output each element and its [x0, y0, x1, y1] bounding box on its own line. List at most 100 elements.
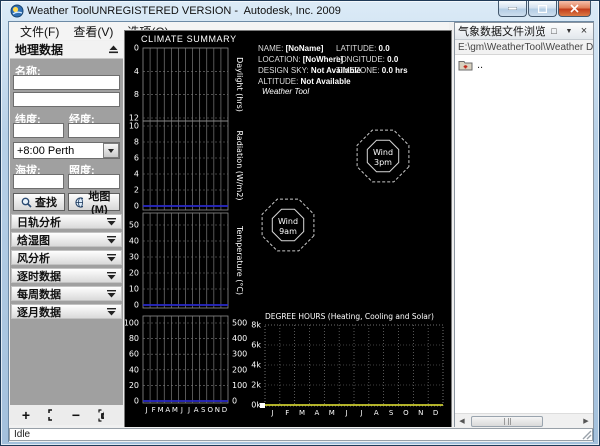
maximize-button[interactable]	[528, 1, 557, 17]
panel-sun-path[interactable]: 日轨分析	[11, 214, 122, 229]
zoom-extents-button[interactable]	[42, 407, 60, 423]
plus-icon: +	[22, 410, 30, 420]
svg-text:O: O	[403, 409, 409, 417]
panel-close-icon[interactable]: ×	[578, 25, 590, 37]
status-bar: Idle	[9, 427, 593, 442]
panel-weekly-data[interactable]: 每周数据	[11, 286, 122, 301]
panel-menu-icon[interactable]: ▼	[563, 28, 575, 35]
svg-text:4: 4	[134, 67, 139, 76]
svg-text:J: J	[359, 409, 362, 417]
svg-text:O: O	[208, 406, 214, 414]
illuminance-input[interactable]	[68, 174, 120, 189]
brand-text: Weather Tool	[262, 87, 309, 96]
expand-icon	[107, 235, 116, 244]
menu-item-file[interactable]: 文件(F)	[13, 22, 66, 41]
location-field-label: LOCATION:	[258, 55, 301, 64]
svg-text:0: 0	[134, 301, 139, 310]
name-input-2[interactable]	[13, 92, 120, 107]
sidebar: 地理数据 名称: 纬度: 经度: +8:00 Perth 海拔: 照度:	[10, 41, 123, 425]
path-field[interactable]: E:\gm\WeatherTool\Weather Data	[455, 40, 593, 55]
float-window-icon[interactable]: □	[548, 26, 560, 36]
svg-text:J: J	[270, 409, 273, 417]
find-button[interactable]: 查找	[13, 193, 65, 211]
timezone-info-label: TIMEZONE:	[336, 66, 380, 75]
timezone-select[interactable]: +8:00 Perth	[13, 142, 120, 159]
latitude-input[interactable]	[13, 123, 64, 138]
minimize-button[interactable]	[498, 1, 527, 17]
zoom-in-button[interactable]: +	[17, 407, 35, 423]
svg-text:S: S	[389, 409, 394, 417]
name-input-1[interactable]	[13, 75, 120, 90]
design-sky-label: DESIGN SKY:	[258, 66, 309, 75]
scroll-right-icon[interactable]: ▶	[579, 415, 593, 428]
svg-text:500: 500	[232, 319, 247, 328]
svg-text:A: A	[165, 406, 170, 414]
panel-hourly-data-label: 逐时数据	[17, 268, 61, 284]
svg-text:2k: 2k	[251, 381, 261, 390]
svg-text:300: 300	[232, 350, 247, 359]
longitude-info-label: LONGITUDE:	[336, 55, 385, 64]
svg-text:10: 10	[129, 285, 139, 294]
list-item-parent-dir[interactable]: ..	[458, 59, 590, 71]
panel-wind-analysis[interactable]: 风分析	[11, 250, 122, 265]
svg-text:Temperature (°C): Temperature (°C)	[235, 225, 244, 295]
svg-text:F: F	[285, 409, 289, 417]
name-field-label: NAME:	[258, 44, 283, 53]
expand-icon	[107, 253, 116, 262]
svg-text:400: 400	[232, 334, 247, 343]
menu-item-view[interactable]: 查看(V)	[66, 22, 120, 41]
maximize-icon	[538, 5, 547, 13]
panel-wind-analysis-label: 风分析	[17, 250, 50, 266]
globe-icon	[75, 197, 83, 208]
close-button[interactable]	[558, 1, 591, 17]
svg-text:S: S	[201, 406, 206, 414]
svg-text:0: 0	[134, 44, 139, 53]
panel-psychrometric-label: 焓湿图	[17, 232, 50, 248]
svg-text:3pm: 3pm	[374, 158, 392, 167]
minimize-icon	[508, 7, 517, 10]
panel-psychrometric[interactable]: 焓湿图	[11, 232, 122, 247]
svg-text:N: N	[418, 409, 423, 417]
find-button-label: 查找	[35, 194, 57, 210]
location-info-right: LATITUDE: 0.0 LONGITUDE: 0.0 TIMEZONE: 0…	[336, 43, 408, 76]
svg-text:N: N	[215, 406, 220, 414]
svg-text:6: 6	[134, 154, 139, 163]
scrollbar-thumb[interactable]	[471, 416, 543, 427]
svg-text:30: 30	[129, 253, 139, 262]
minus-icon: −	[72, 410, 80, 420]
geo-data-header[interactable]: 地理数据	[10, 41, 123, 59]
caption-buttons	[497, 1, 591, 17]
app-window: Weather ToolUNREGISTERED VERSION - Autod…	[0, 0, 600, 446]
svg-text:9am: 9am	[279, 227, 297, 236]
panel-weekly-data-label: 每周数据	[17, 286, 61, 302]
svg-text:A: A	[315, 409, 320, 417]
map-button[interactable]: 地图(M)	[68, 193, 120, 211]
svg-text:40: 40	[129, 365, 139, 374]
svg-text:F: F	[152, 406, 156, 414]
scroll-left-icon[interactable]: ◀	[455, 415, 469, 428]
panel-hourly-data[interactable]: 逐时数据	[11, 268, 122, 283]
horizontal-scrollbar[interactable]: ◀ ▶	[455, 413, 593, 428]
zoom-out-button[interactable]: −	[67, 407, 85, 423]
altitude-input[interactable]	[13, 174, 64, 189]
panel-monthly-data[interactable]: 逐月数据	[11, 304, 122, 319]
window-title: Weather ToolUNREGISTERED VERSION - Autod…	[27, 5, 341, 17]
screenshot-button[interactable]	[92, 407, 110, 423]
file-list: ..	[455, 55, 593, 413]
collapse-eject-icon[interactable]	[109, 45, 118, 54]
timezone-dropdown-button[interactable]	[103, 143, 119, 158]
resize-grip[interactable]	[581, 429, 592, 440]
svg-text:100: 100	[232, 381, 247, 390]
panel-sun-path-label: 日轨分析	[17, 214, 61, 230]
longitude-input[interactable]	[68, 123, 120, 138]
svg-text:20: 20	[129, 381, 139, 390]
svg-text:4: 4	[134, 170, 139, 179]
svg-text:2: 2	[134, 186, 139, 195]
svg-text:0: 0	[232, 397, 237, 406]
svg-text:J: J	[145, 406, 148, 414]
file-browser-header: 气象数据文件浏览器 □ ▼ ×	[455, 23, 593, 40]
svg-text:200: 200	[232, 365, 247, 374]
svg-text:J: J	[187, 406, 190, 414]
thumb-grip-icon	[504, 418, 511, 425]
svg-text:20: 20	[129, 269, 139, 278]
